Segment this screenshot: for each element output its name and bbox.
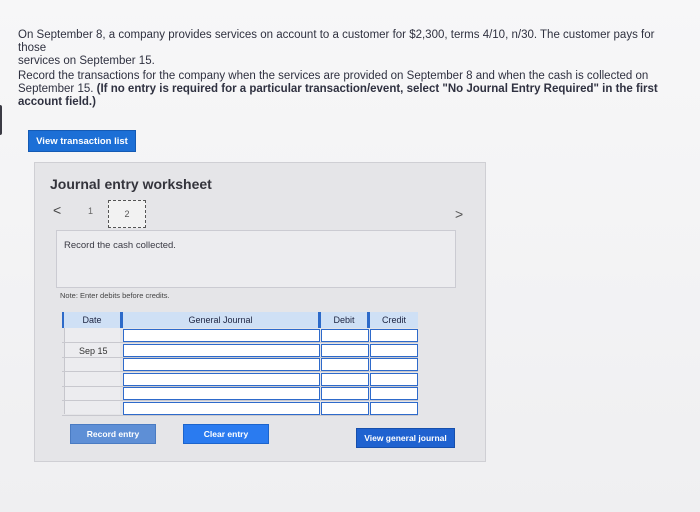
record-entry-button[interactable]: Record entry — [70, 424, 156, 444]
debit-input[interactable] — [321, 329, 369, 342]
header-date: Date — [64, 312, 120, 328]
account-input[interactable] — [123, 373, 320, 386]
debits-note: Note: Enter debits before credits. — [60, 291, 170, 300]
prev-chevron-icon[interactable]: < — [53, 202, 61, 218]
header-general-journal: General Journal — [123, 312, 318, 328]
journal-table: Date General Journal Debit Credit Sep 15 — [62, 312, 418, 416]
question-line-1: On September 8, a company provides servi… — [18, 29, 655, 54]
clear-entry-button[interactable]: Clear entry — [183, 424, 269, 444]
view-general-journal-button[interactable]: View general journal — [356, 428, 455, 448]
credit-input[interactable] — [370, 358, 418, 371]
account-input[interactable] — [123, 402, 320, 415]
page-tab-1[interactable]: 1 — [88, 206, 93, 216]
account-input[interactable] — [123, 358, 320, 371]
debit-input[interactable] — [321, 402, 369, 415]
debit-input[interactable] — [321, 344, 369, 357]
worksheet-title: Journal entry worksheet — [50, 176, 212, 192]
view-transaction-list-button[interactable]: View transaction list — [28, 130, 136, 152]
credit-input[interactable] — [370, 387, 418, 400]
question-line-2: services on September 15. — [18, 55, 155, 67]
table-row-line — [62, 415, 418, 416]
debit-input[interactable] — [321, 373, 369, 386]
page-tab-2[interactable]: 2 — [108, 200, 146, 228]
account-input[interactable] — [123, 387, 320, 400]
credit-input[interactable] — [370, 402, 418, 415]
table-row-line — [62, 371, 418, 372]
question-text: On September 8, a company provides servi… — [18, 29, 678, 68]
instructions: Record the transactions for the company … — [18, 70, 678, 109]
debit-input[interactable] — [321, 358, 369, 371]
credit-input[interactable] — [370, 329, 418, 342]
credit-input[interactable] — [370, 373, 418, 386]
transaction-description: Record the cash collected. — [56, 230, 456, 288]
debit-input[interactable] — [321, 387, 369, 400]
next-chevron-icon[interactable]: > — [455, 206, 463, 222]
instructions-bold: (If no entry is required for a particula… — [18, 83, 658, 108]
table-row-line — [62, 342, 418, 343]
account-input[interactable] — [123, 344, 320, 357]
header-credit: Credit — [370, 312, 418, 328]
date-value: Sep 15 — [79, 346, 108, 356]
account-input[interactable] — [123, 329, 320, 342]
header-debit: Debit — [321, 312, 367, 328]
left-indicator — [0, 105, 2, 135]
credit-input[interactable] — [370, 344, 418, 357]
table-row-line — [62, 400, 418, 401]
